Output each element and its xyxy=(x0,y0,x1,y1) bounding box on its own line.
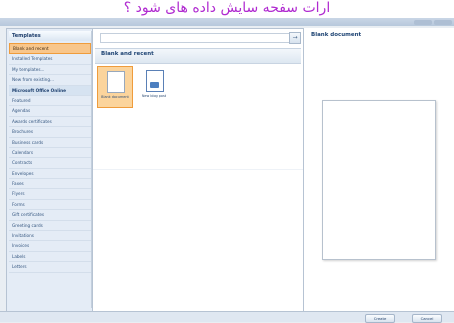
sidebar-item-faxes[interactable]: Faxes xyxy=(9,179,91,190)
minimize-button[interactable] xyxy=(414,20,432,25)
sidebar-item-my-templates[interactable]: My templates... xyxy=(9,65,91,76)
sidebar-item-calendars[interactable]: Calendars xyxy=(9,148,91,159)
preview-title: Blank document xyxy=(311,32,362,38)
template-label: Blank document xyxy=(101,95,129,99)
sidebar-header: Templates xyxy=(9,31,97,41)
sidebar-item-blank-and-recent[interactable]: Blank and recent xyxy=(9,43,91,55)
sidebar-item-envelopes[interactable]: Envelopes xyxy=(9,169,91,180)
template-new-blog-post[interactable]: New blog post xyxy=(137,66,171,106)
sidebar-item-awards[interactable]: Awards certificates xyxy=(9,117,91,128)
sidebar-item-featured[interactable]: Featured xyxy=(9,96,91,107)
template-label: New blog post xyxy=(141,94,167,98)
sidebar-item-brochures[interactable]: Brochures xyxy=(9,127,91,138)
section-title: Blank and recent xyxy=(101,51,154,57)
sidebar-item-letters[interactable]: Letters xyxy=(9,262,91,273)
sidebar-item-flyers[interactable]: Flyers xyxy=(9,189,91,200)
sidebar-item-gift-certificates[interactable]: Gift certificates xyxy=(9,210,91,221)
sidebar-item-contracts[interactable]: Contracts xyxy=(9,158,91,169)
sidebar-item-invitations[interactable]: Invitations xyxy=(9,231,91,242)
close-button[interactable] xyxy=(434,20,452,25)
sidebar-item-new-from-existing[interactable]: New from existing... xyxy=(9,75,91,86)
templates-sidebar: Templates Blank and recent Installed Tem… xyxy=(6,28,100,313)
template-blank-document[interactable]: Blank document xyxy=(97,66,133,108)
blank-document-icon xyxy=(107,71,125,93)
blog-post-icon xyxy=(146,70,164,92)
create-button[interactable]: Create xyxy=(365,314,395,323)
sidebar-item-business-cards[interactable]: Business cards xyxy=(9,138,91,148)
section-header: Blank and recent xyxy=(95,48,301,64)
gallery-divider xyxy=(93,169,303,170)
document-preview xyxy=(322,100,436,260)
sidebar-item-agendas[interactable]: Agendas xyxy=(9,106,91,117)
sidebar-item-installed-templates[interactable]: Installed Templates xyxy=(9,54,91,65)
sidebar-item-office-online[interactable]: Microsoft Office Online xyxy=(9,85,91,96)
sidebar-item-labels[interactable]: Labels xyxy=(9,252,91,263)
sidebar-item-forms[interactable]: Forms xyxy=(9,200,91,211)
search-arrow-icon[interactable]: → xyxy=(289,32,301,44)
sidebar-item-invoices[interactable]: Invoices xyxy=(9,241,91,252)
cancel-button[interactable]: Cancel xyxy=(412,314,442,323)
dialog-title-bar xyxy=(0,18,454,26)
sidebar-list: Blank and recent Installed Templates My … xyxy=(9,43,91,273)
dialog-footer: Create Cancel xyxy=(0,311,454,323)
sidebar-item-greeting-cards[interactable]: Greeting cards xyxy=(9,221,91,232)
search-input[interactable] xyxy=(100,33,290,43)
page-caption: ارات سفحه سایش داده های شود ؟ xyxy=(0,0,454,18)
templates-gallery: → Blank and recent Blank document New bl… xyxy=(92,28,306,313)
preview-panel: Blank document xyxy=(303,28,454,311)
